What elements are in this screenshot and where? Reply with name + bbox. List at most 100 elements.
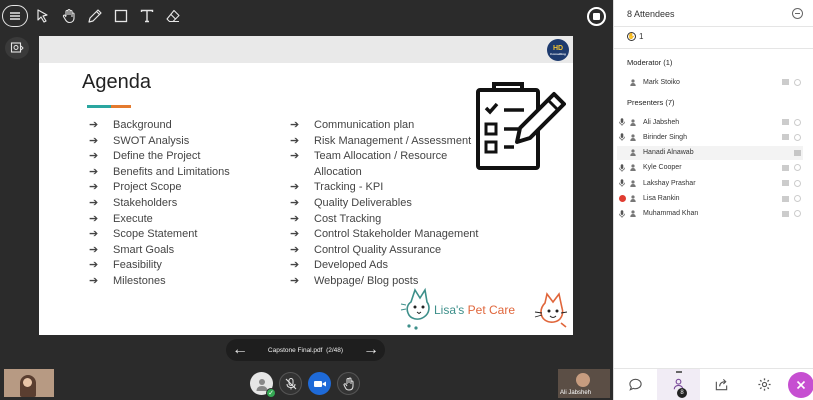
agenda-item: ➔ Tracking - KPI — [290, 180, 478, 196]
attendee-options-button[interactable] — [779, 79, 791, 85]
presentation-options-button[interactable] — [5, 37, 29, 59]
minus-icon — [795, 13, 800, 14]
user-avatar-icon — [256, 378, 267, 391]
attendee-row[interactable]: Muhammad Khan — [617, 207, 803, 221]
share-content-button[interactable] — [337, 372, 360, 395]
eraser-tool-button[interactable] — [162, 5, 184, 27]
remove-attendee-button[interactable] — [791, 118, 803, 126]
arrow-right-icon: ➔ — [290, 274, 300, 287]
presentation-slide: HD Consulting Agenda ➔ Background ➔ SWOT An… — [39, 36, 573, 335]
agenda-item: ➔ Project Scope — [89, 180, 230, 196]
arrow-right-icon: ➔ — [89, 228, 99, 241]
remote-video-tile[interactable]: Ali Jabsheh — [558, 369, 610, 398]
online-status-check-icon: ✓ — [266, 388, 276, 398]
agenda-item: ➔ Team Allocation / Resource Allocation — [290, 150, 448, 178]
user-icon — [630, 195, 636, 202]
arrow-right-icon: ➔ — [89, 196, 99, 209]
page-navigator: ← Capstone Final.pdf (2/48) → — [226, 339, 385, 361]
shape-tool-button[interactable] — [110, 5, 132, 27]
slide-title: Agenda — [82, 71, 151, 93]
attendee-row[interactable]: Lakshay Prashar — [617, 176, 803, 190]
remove-attendee-button[interactable] — [791, 164, 803, 172]
list-options-icon — [781, 211, 789, 217]
agenda-item: ➔ Stakeholders — [89, 196, 230, 212]
clipboard-checklist-icon — [476, 82, 566, 170]
tab-settings[interactable] — [743, 369, 786, 400]
pen-tool-button[interactable] — [84, 5, 106, 27]
attendee-options-button[interactable] — [791, 150, 803, 156]
agenda-item: ➔ Milestones — [89, 274, 230, 290]
self-video-tile[interactable] — [4, 369, 54, 397]
next-slide-button[interactable]: → — [363, 342, 379, 358]
attendee-row[interactable]: Birinder Singh — [617, 130, 803, 144]
attendee-options-button[interactable] — [779, 134, 791, 140]
attendees-count-title: 8 Attendees — [627, 9, 675, 19]
agenda-item: ➔ Smart Goals — [89, 243, 230, 259]
text-icon — [140, 9, 154, 23]
attendee-options-button[interactable] — [779, 180, 791, 186]
remove-attendee-button[interactable] — [791, 179, 803, 187]
unmute-microphone-button[interactable] — [279, 372, 302, 395]
hd-consulting-logo: HD Consulting — [547, 39, 569, 61]
attendee-row[interactable]: Kyle Cooper — [617, 161, 803, 175]
stop-presenting-button[interactable] — [587, 7, 606, 26]
arrow-right-icon: ➔ — [89, 274, 99, 287]
panel-tab-bar: 8 — [614, 368, 813, 400]
my-status-button[interactable]: ✓ — [250, 372, 276, 398]
remove-attendee-button[interactable] — [791, 133, 803, 141]
collapse-panel-button[interactable] — [792, 8, 803, 19]
microphone-icon — [619, 164, 625, 172]
remove-attendee-button[interactable] — [791, 78, 803, 86]
attendee-options-button[interactable] — [779, 165, 791, 171]
arrow-right-icon: ➔ — [290, 228, 300, 241]
tab-attendees[interactable]: 8 — [657, 368, 700, 400]
list-options-icon — [781, 165, 789, 171]
pointer-tool-button[interactable] — [32, 5, 54, 27]
tab-chat[interactable] — [614, 369, 657, 400]
arrow-right-icon: ➔ — [290, 196, 300, 209]
minus-circle-icon — [793, 195, 801, 202]
attendee-row[interactable]: Lisa Rankin — [617, 192, 803, 206]
remove-attendee-button[interactable] — [791, 195, 803, 202]
pen-icon — [88, 9, 102, 23]
list-options-icon — [781, 134, 789, 140]
attendee-row[interactable]: Ali Jabsheh — [617, 115, 803, 129]
whiteboard-toolbar — [2, 4, 184, 28]
recording-dot-icon — [618, 195, 626, 202]
panel-header: 8 Attendees — [614, 0, 813, 27]
hand-raised-icon: ✋ — [627, 32, 636, 41]
agenda-item: ➔ Cost Tracking — [290, 212, 478, 228]
user-icon — [630, 134, 636, 141]
remove-attendee-button[interactable] — [791, 210, 803, 218]
arrow-right-icon: ➔ — [89, 150, 99, 163]
attendee-name: Birinder Singh — [643, 133, 687, 141]
attendee-options-button[interactable] — [779, 211, 791, 217]
user-icon — [630, 210, 636, 218]
attendee-row[interactable]: Hanadi Alnawab — [617, 145, 803, 160]
agenda-item: ➔ Developed Ads — [290, 258, 478, 274]
list-options-icon — [781, 79, 789, 85]
agenda-item: ➔ Execute — [89, 212, 230, 228]
leave-session-button[interactable] — [788, 371, 813, 398]
previous-slide-button[interactable]: ← — [232, 342, 248, 358]
raised-hands-chip[interactable]: ✋ 1 — [627, 32, 643, 41]
attendee-row[interactable]: Mark Stoiko — [617, 75, 803, 89]
attendee-options-button[interactable] — [779, 196, 791, 202]
text-tool-button[interactable] — [136, 5, 158, 27]
microphone-icon — [619, 210, 625, 218]
agenda-item: ➔ Risk Management / Assessment — [290, 134, 478, 150]
microphone-icon — [619, 179, 625, 187]
menu-button[interactable] — [2, 5, 28, 27]
tab-share[interactable] — [700, 369, 743, 400]
share-hand-icon — [343, 377, 353, 391]
hand-tool-button[interactable] — [58, 5, 80, 27]
arrow-right-icon: ➔ — [290, 119, 300, 131]
minus-circle-icon — [793, 133, 801, 141]
arrow-right-icon: ➔ — [290, 181, 300, 194]
list-options-icon — [793, 150, 801, 156]
attendee-options-button[interactable] — [779, 119, 791, 125]
camera-button[interactable] — [308, 372, 331, 395]
arrow-right-icon: ➔ — [89, 134, 99, 147]
file-page-info: Capstone Final.pdf (2/48) — [267, 346, 344, 354]
hand-icon — [62, 8, 75, 24]
